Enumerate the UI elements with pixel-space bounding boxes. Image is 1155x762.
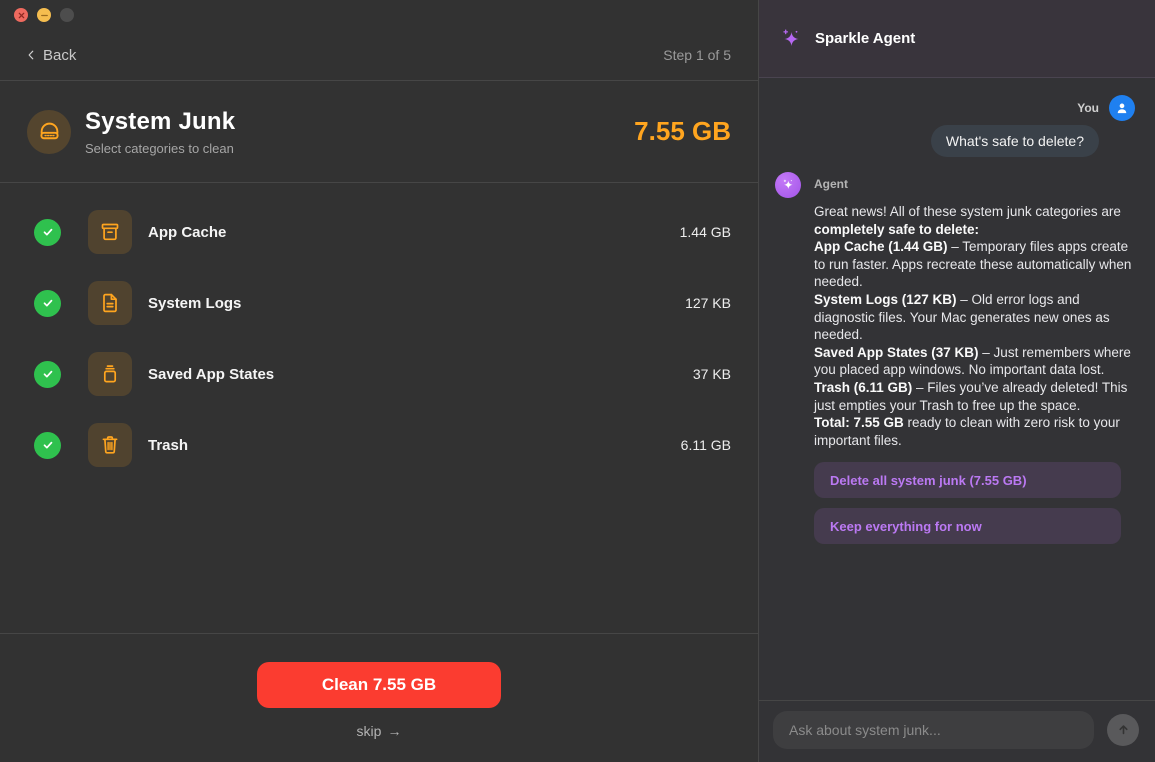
titlebar [0, 0, 758, 30]
app-states-icon [88, 352, 132, 396]
cleaner-panel: Back Step 1 of 5 System Junk Select cate… [0, 0, 758, 762]
category-row[interactable]: App Cache 1.44 GB [34, 210, 731, 254]
send-button[interactable] [1107, 713, 1139, 746]
checkbox-checked-icon[interactable] [34, 360, 61, 388]
agent-message-header: Agent [775, 172, 1135, 198]
checkbox-checked-icon[interactable] [34, 218, 61, 246]
user-message-header: You [775, 95, 1135, 121]
category-row[interactable]: Saved App States 37 KB [34, 352, 731, 396]
chat-title: Sparkle Agent [815, 30, 916, 47]
back-button[interactable]: Back [24, 47, 76, 64]
chat-input-bar [759, 700, 1155, 762]
category-name: Trash [148, 436, 189, 454]
user-message-bubble: What's safe to delete? [930, 125, 1099, 157]
agent-message-bold-text: System Logs (127 KB) [814, 291, 957, 307]
category-row[interactable]: Trash 6.11 GB [34, 423, 731, 467]
agent-avatar [775, 172, 801, 198]
sparkle-icon [783, 29, 799, 46]
category-size: 6.11 GB [680, 437, 731, 453]
skip-button[interactable]: skip → [357, 723, 402, 739]
close-icon [18, 12, 24, 18]
minimize-window-button[interactable] [37, 8, 51, 22]
category-name: Saved App States [148, 365, 275, 383]
category-row[interactable]: System Logs 127 KB [34, 281, 731, 325]
sparkle-icon [783, 179, 793, 190]
minimize-icon [40, 14, 48, 16]
page-title: System Junk [85, 107, 236, 135]
agent-message: Great news! All of these system junk cat… [814, 203, 1135, 449]
chat-action-buttons: Delete all system junk (7.55 GB) Keep eve… [814, 462, 1121, 545]
chat-action-button-1[interactable]: Delete all system junk (7.55 GB) [814, 462, 1121, 499]
category-size: 37 KB [692, 366, 731, 382]
header-text: System Junk Select categories to clean [85, 108, 634, 156]
internal-drive-icon [27, 109, 71, 154]
chat-input[interactable] [773, 710, 1094, 749]
agent-label: Agent [814, 177, 848, 191]
agent-message-bold-text: completely safe to delete: [814, 221, 980, 237]
trash-icon [88, 423, 132, 467]
checkbox-checked-icon[interactable] [34, 431, 61, 459]
person-icon [1117, 103, 1127, 114]
clean-button[interactable]: Clean 7.55 GB [257, 662, 501, 708]
skip-label: skip [356, 723, 382, 739]
category-list: App Cache 1.44 GB System Logs 127 KB Saved A… [0, 183, 758, 633]
checkbox-checked-icon[interactable] [34, 289, 61, 317]
arrow-up-icon [1118, 725, 1128, 735]
page-subtitle: Select categories to clean [85, 140, 234, 156]
back-label: Back [43, 46, 77, 64]
document-icon [88, 281, 132, 325]
nav-row: Back Step 1 of 5 [0, 30, 758, 80]
category-name: App Cache [148, 223, 227, 241]
footer: Clean 7.55 GB skip → [0, 634, 758, 762]
chat-header: Sparkle Agent [759, 0, 1155, 78]
close-window-button[interactable] [14, 8, 28, 22]
category-size: 127 KB [685, 295, 731, 311]
total-size: 7.55 GB [634, 116, 731, 146]
chat-body: You What's safe to delete? Agent Great n… [759, 78, 1155, 700]
archive-box-icon [88, 210, 132, 254]
agent-message-bold-text: Saved App States (37 KB) [814, 344, 979, 360]
chat-action-button-2[interactable]: Keep everything for now [814, 508, 1121, 545]
step-indicator: Step 1 of 5 [663, 47, 731, 63]
app-window: Back Step 1 of 5 System Junk Select cate… [0, 0, 1155, 762]
category-name: System Logs [148, 294, 242, 312]
chevron-left-icon [28, 50, 34, 60]
agent-message-bold-text: Trash (6.11 GB) [814, 379, 913, 395]
arrow-right-icon: → [387, 723, 402, 739]
system-junk-header: System Junk Select categories to clean 7… [0, 81, 758, 182]
user-avatar [1109, 95, 1135, 121]
user-label: You [1077, 101, 1099, 115]
agent-message-bold-text: App Cache (1.44 GB) [814, 239, 948, 255]
agent-message-bold-text: Total: 7.55 GB [814, 415, 904, 431]
fullscreen-window-button [60, 8, 74, 22]
agent-message-text: Great news! All of these system junk cat… [814, 204, 1121, 219]
sparkle-agent-panel: Sparkle Agent You What's safe to delete? [758, 0, 1155, 762]
category-size: 1.44 GB [679, 224, 731, 240]
